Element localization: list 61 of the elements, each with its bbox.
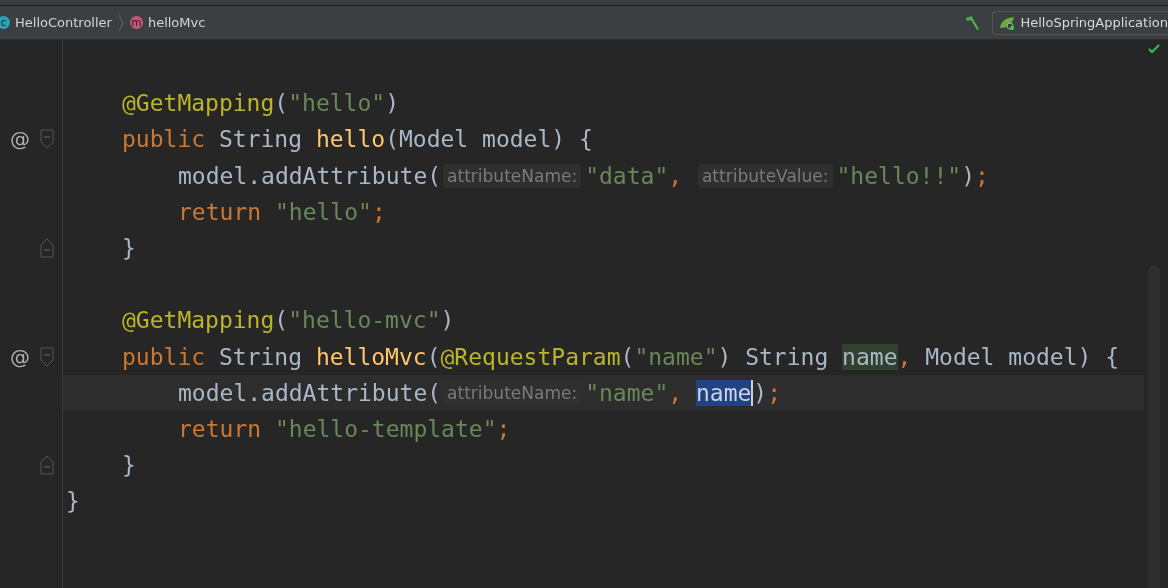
code-token: ( [274, 90, 289, 117]
code-token: Model model) { [925, 343, 1120, 370]
code-token: ) String [717, 343, 830, 370]
code-token: public [122, 343, 207, 370]
code-token: "data" [585, 162, 669, 189]
leaf-icon [999, 15, 1016, 30]
run-configuration-dropdown[interactable]: HelloSpringApplication [992, 10, 1168, 35]
code-token: } [122, 452, 136, 479]
code-token: "hello" [288, 90, 386, 117]
class-badge: c [0, 16, 10, 29]
code-token: @RequestParam [440, 343, 621, 370]
parameter-hint: attributeName: [443, 163, 582, 188]
fold-marker-icon[interactable] [40, 129, 54, 150]
code-token: ) [753, 379, 768, 406]
fold-marker-icon[interactable] [40, 346, 54, 367]
code-token: ( [274, 307, 289, 334]
code-token: ; [496, 415, 511, 442]
code-token: ( [620, 343, 635, 370]
code-token: "hello" [274, 198, 372, 225]
breadcrumb-item[interactable]: HelloController [15, 15, 112, 30]
check-icon [1148, 44, 1160, 54]
highlighted-identifier: name [842, 343, 898, 370]
implementation-marker[interactable]: @ [0, 344, 40, 369]
hammer-icon[interactable] [964, 14, 981, 31]
code-token: "hello-template" [274, 415, 497, 442]
code-token: @GetMapping [122, 90, 275, 117]
code-token: , [668, 379, 684, 406]
implementation-marker[interactable]: @ [0, 127, 40, 152]
code-token: helloMvc [315, 343, 427, 370]
code-token: (Model model) { [385, 126, 593, 153]
code-token: "hello-mvc" [288, 307, 441, 334]
class-badge: m [129, 16, 143, 29]
code-token: hello [315, 126, 386, 153]
code-token: , [668, 162, 684, 189]
fold-marker-icon[interactable] [40, 238, 54, 259]
code-token: ) [961, 162, 975, 189]
code-token: String [218, 343, 304, 370]
code-token: ; [767, 379, 782, 406]
code-token: ) [440, 307, 455, 334]
code-token: ) [385, 90, 399, 117]
code-token: String [218, 126, 304, 153]
code-token: @GetMapping [122, 307, 275, 334]
code-token: "name" [634, 343, 718, 370]
code-token: return [178, 415, 263, 442]
selected-text: name [695, 379, 752, 406]
code-token: } [66, 488, 80, 515]
parameter-hint: attributeValue: [697, 163, 833, 188]
code-token: ; [975, 162, 989, 189]
code-token: model.addAttribute( [178, 379, 442, 406]
code-token: ( [426, 343, 441, 370]
chevron-icon [117, 13, 124, 32]
code-token: "hello!!" [836, 162, 962, 189]
code-token: return [178, 198, 263, 225]
fold-marker-icon[interactable] [40, 455, 54, 476]
code-token: model.addAttribute( [178, 162, 442, 189]
code-token: , [897, 343, 913, 370]
code-token: } [122, 235, 136, 262]
breadcrumb-item[interactable]: helloMvc [147, 15, 206, 30]
code-token: "name" [585, 379, 669, 406]
code-token: public [122, 126, 207, 153]
code-token: ; [371, 198, 386, 225]
